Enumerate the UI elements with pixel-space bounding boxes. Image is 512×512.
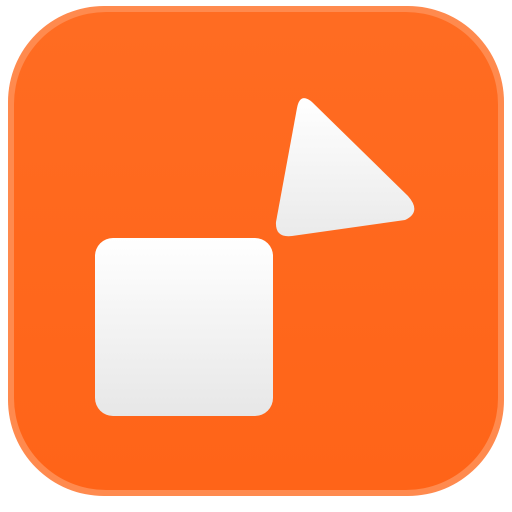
app-icon bbox=[0, 0, 512, 512]
app-icon-artwork bbox=[8, 6, 504, 496]
rounded-square-shape-icon bbox=[95, 238, 273, 416]
